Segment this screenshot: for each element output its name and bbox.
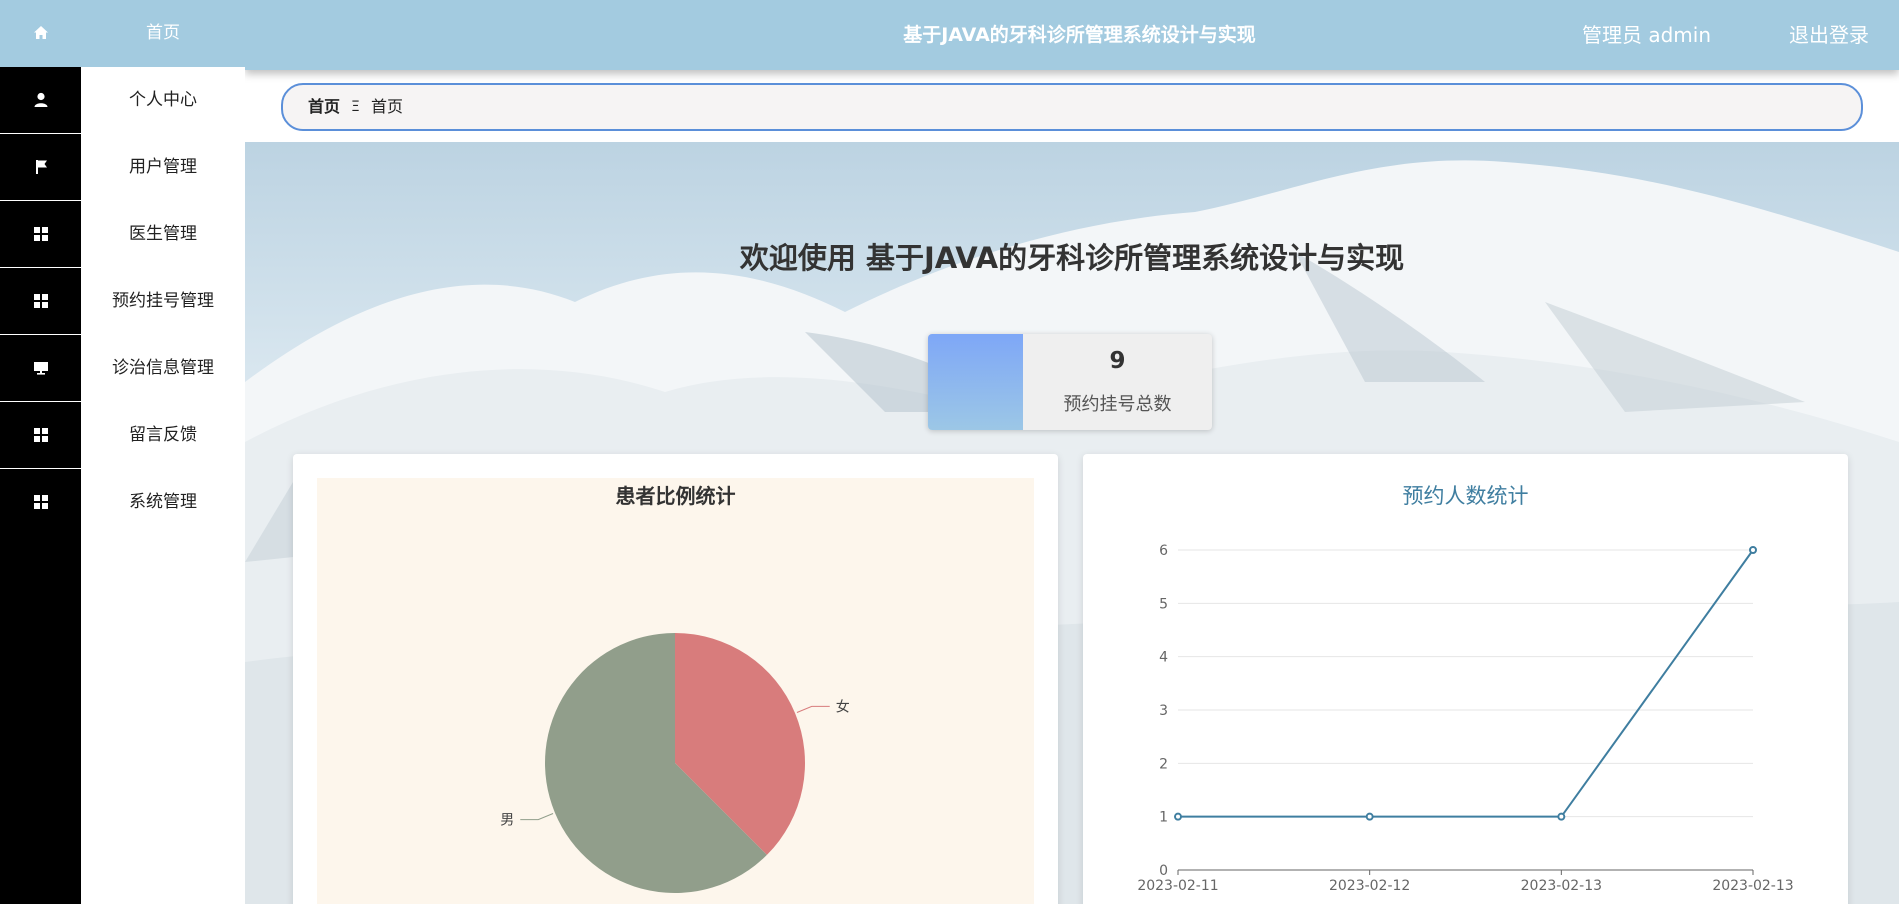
- logout-button[interactable]: 退出登录: [1789, 0, 1869, 70]
- sidebar-item-home[interactable]: 首页: [0, 0, 245, 67]
- sidebar-icon-strip: [0, 535, 81, 904]
- y-tick-label: 5: [1159, 596, 1168, 612]
- data-point[interactable]: [1174, 812, 1182, 821]
- y-tick-label: 6: [1159, 543, 1168, 559]
- current-user: 管理员 admin: [1581, 23, 1711, 47]
- y-tick-label: 0: [1159, 863, 1168, 879]
- pie-chart: 女男: [500, 633, 850, 894]
- stat-value: 9: [1109, 348, 1126, 374]
- x-tick-label: 2023-02-11: [1137, 878, 1218, 894]
- flag-icon: [0, 134, 81, 201]
- pie-label: 男: [500, 813, 514, 829]
- sidebar-item-label: 诊治信息管理: [112, 358, 214, 378]
- data-point[interactable]: [1557, 812, 1566, 821]
- sidebar-item-label: 留言反馈: [129, 425, 197, 445]
- sidebar-item-label: 用户管理: [129, 157, 197, 177]
- y-tick-label: 4: [1159, 650, 1168, 666]
- sidebar-item-doctors[interactable]: 医生管理: [0, 201, 245, 268]
- line-series: [1178, 549, 1754, 818]
- x-tick-label: 2023-02-13: [1712, 878, 1793, 894]
- stat-label: 预约挂号总数: [1063, 394, 1172, 415]
- sidebar-item-appointments[interactable]: 预约挂号管理: [0, 268, 245, 335]
- home-icon: [0, 0, 81, 66]
- pie-label-line: [796, 705, 830, 713]
- sidebar-item-label: 医生管理: [129, 224, 197, 244]
- line-chart: 0 1 2 3 4 5 6 2023-02-11 2023-02-12 2023-02-13 202…: [1137, 543, 1793, 894]
- breadcrumb-current: 首页: [371, 97, 404, 116]
- data-point[interactable]: [1749, 546, 1757, 554]
- breadcrumb-bar: 首页 Ξ 首页: [245, 70, 1899, 142]
- sidebar-item-label: 个人中心: [129, 90, 197, 110]
- breadcrumb-separator-icon: Ξ: [351, 99, 360, 115]
- grid-icon: [0, 402, 81, 469]
- y-tick-label: 2: [1159, 756, 1168, 772]
- stat-card-color-block: [928, 334, 1023, 430]
- main-content: 欢迎使用 基于JAVA的牙科诊所管理系统设计与实现 9 预约挂号总数 患者比例统…: [245, 142, 1899, 904]
- monitor-icon: [0, 335, 81, 402]
- breadcrumb: 首页 Ξ 首页: [281, 83, 1863, 131]
- top-header: 基于JAVA的牙科诊所管理系统设计与实现 管理员 admin 退出登录: [245, 0, 1899, 70]
- y-tick-label: 1: [1159, 810, 1168, 826]
- user-icon: [0, 67, 81, 134]
- pie-chart-area: 患者比例统计 女男: [317, 478, 1034, 904]
- x-tick-label: 2023-02-13: [1521, 878, 1602, 894]
- sidebar-item-users[interactable]: 用户管理: [0, 134, 245, 201]
- grid-icon: [0, 469, 81, 536]
- sidebar-item-treatment[interactable]: 诊治信息管理: [0, 335, 245, 402]
- welcome-heading: 欢迎使用 基于JAVA的牙科诊所管理系统设计与实现: [739, 241, 1405, 275]
- pie-chart-card: 患者比例统计 女男: [293, 454, 1058, 904]
- x-tick-label: 2023-02-12: [1329, 878, 1410, 894]
- y-tick-label: 3: [1159, 703, 1168, 719]
- breadcrumb-home[interactable]: 首页: [308, 85, 340, 129]
- pie-label-line: [520, 813, 554, 821]
- pie-label: 女: [836, 698, 850, 715]
- sidebar: 首页 个人中心 用户管理 医生管理 预约挂号管理 诊治信息管理 留言反馈 系统管…: [0, 0, 245, 904]
- data-point[interactable]: [1365, 812, 1374, 821]
- grid-icon: [0, 201, 81, 268]
- sidebar-item-label: 预约挂号管理: [112, 291, 214, 311]
- sidebar-item-label: 系统管理: [129, 492, 197, 512]
- grid-icon: [0, 268, 81, 335]
- line-chart-card: 预约人数统计 0 1 2 3 4 5 6 2023-02-11 2023-02-12 2023-0…: [1083, 454, 1848, 904]
- sidebar-item-profile[interactable]: 个人中心: [0, 67, 245, 134]
- stat-card-appointments: 9 预约挂号总数: [928, 334, 1212, 430]
- sidebar-item-system[interactable]: 系统管理: [0, 469, 245, 536]
- sidebar-item-feedback[interactable]: 留言反馈: [0, 402, 245, 469]
- sidebar-item-label: 首页: [146, 23, 180, 43]
